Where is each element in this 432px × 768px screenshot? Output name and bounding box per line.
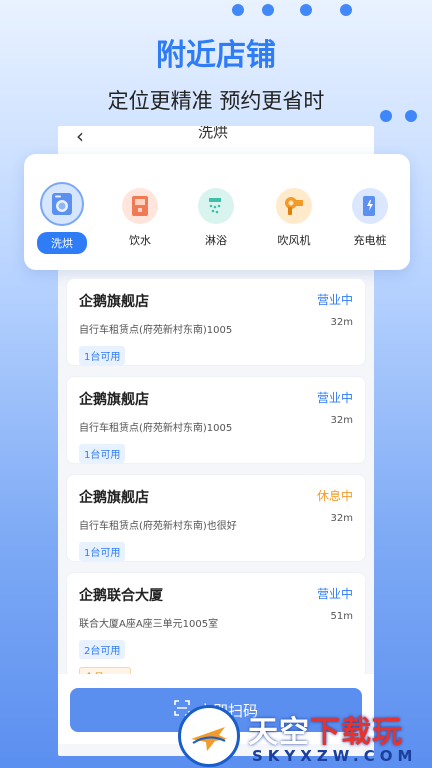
store-card[interactable]: 企鹅旗舰店 休息中 自行车租赁点(府苑新村东南)也很好 32m 1台可用 — [66, 474, 366, 562]
promo-subline: 定位更精准 预约更省时 — [107, 89, 325, 113]
store-distance: 51m — [330, 611, 353, 622]
watermark-name: 天空下载玩 — [248, 715, 403, 750]
store-card[interactable]: 企鹅旗舰店 营业中 自行车租赁点(府苑新村东南)1005 32m 1台可用 — [66, 376, 366, 464]
status-badge: 营业中 — [316, 391, 353, 405]
category-label: 充电桩 — [353, 234, 387, 247]
washing-machine-icon — [40, 182, 84, 226]
airplane-logo-icon — [178, 705, 240, 767]
water-dispenser-icon — [122, 188, 158, 224]
availability-badge: 1台可用 — [79, 444, 126, 463]
store-card[interactable]: 企鹅联合大厦 营业中 联合大厦A座A座三单元1005室 51m 2台可用 会员5… — [66, 572, 366, 701]
category-panel: 洗烘 饮水 淋浴 吹风机 充电桩 — [24, 154, 410, 270]
watermark-logo: 天空下载玩 SKYXZW.COM — [178, 705, 432, 768]
availability-badge: 2台可用 — [79, 640, 126, 659]
store-name: 企鹅旗舰店 — [79, 294, 149, 310]
store-address: 自行车租赁点(府苑新村东南)1005 — [79, 423, 233, 434]
store-name: 企鹅旗舰店 — [79, 392, 149, 408]
shower-icon — [198, 188, 234, 224]
category-label: 淋浴 — [205, 234, 227, 247]
category-hair-dryer[interactable]: 吹风机 — [264, 188, 324, 248]
store-distance: 32m — [330, 415, 353, 426]
store-distance: 32m — [330, 513, 353, 524]
promo-headline: 附近店铺 — [156, 38, 276, 73]
store-address: 自行车租赁点(府苑新村东南)也很好 — [79, 521, 237, 532]
category-label: 洗烘 — [37, 232, 87, 254]
store-card[interactable]: 企鹅旗舰店 营业中 自行车租赁点(府苑新村东南)1005 32m 1台可用 — [66, 278, 366, 366]
category-charging-pile[interactable]: 充电桩 — [340, 188, 400, 248]
availability-badge: 1台可用 — [79, 346, 126, 365]
store-address: 自行车租赁点(府苑新村东南)1005 — [79, 325, 233, 336]
category-water[interactable]: 饮水 — [110, 188, 170, 248]
decorative-dot — [232, 4, 244, 16]
decorative-dot — [300, 4, 312, 16]
availability-badge: 1台可用 — [79, 542, 126, 561]
store-name: 企鹅联合大厦 — [79, 588, 163, 604]
category-label: 饮水 — [129, 234, 151, 247]
charging-pile-icon — [352, 188, 388, 224]
store-name: 企鹅旗舰店 — [79, 490, 149, 506]
status-badge: 营业中 — [316, 293, 353, 307]
store-address: 联合大厦A座A座三单元1005室 — [79, 619, 219, 630]
hair-dryer-icon — [276, 188, 312, 224]
category-shower[interactable]: 淋浴 — [186, 188, 246, 248]
decorative-dot — [340, 4, 352, 16]
back-arrow-icon[interactable]: ‹ — [76, 126, 84, 148]
store-distance: 32m — [330, 317, 353, 328]
watermark-domain: SKYXZW.COM — [252, 747, 418, 765]
phone-title: 洗烘 — [198, 126, 229, 141]
category-wash-dry[interactable]: 洗烘 — [32, 182, 92, 254]
decorative-dot — [262, 4, 274, 16]
category-label: 吹风机 — [277, 234, 311, 247]
status-badge: 休息中 — [316, 489, 353, 503]
status-badge: 营业中 — [316, 587, 353, 601]
